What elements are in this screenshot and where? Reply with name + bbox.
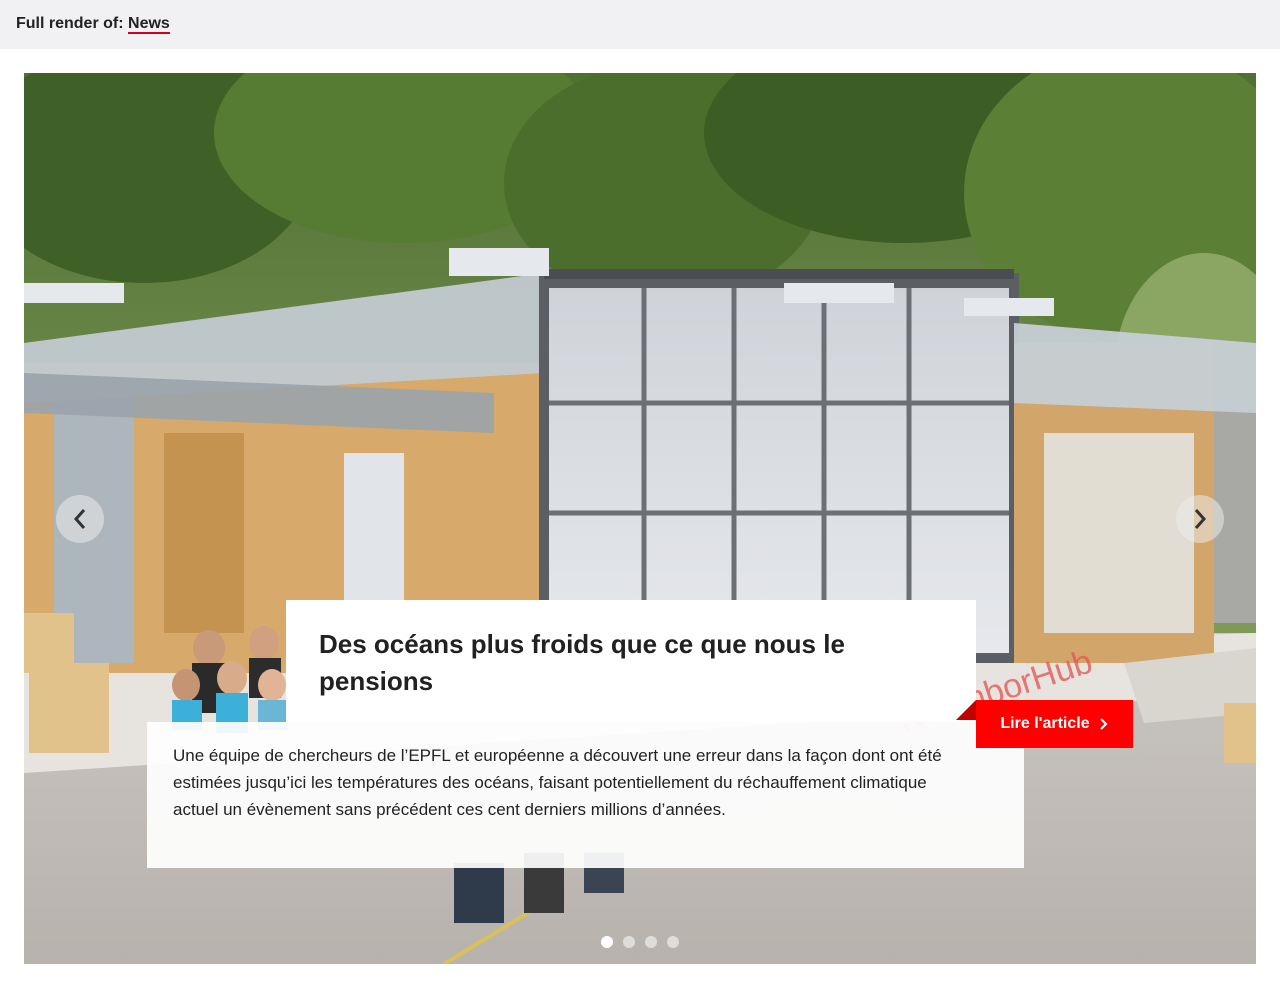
carousel-next-button[interactable] (1176, 495, 1224, 543)
slide-description-card: Une équipe de chercheurs de l’EPFL et eu… (147, 722, 1024, 868)
carousel-dot[interactable] (667, 936, 679, 948)
carousel-indicators (601, 936, 679, 948)
render-header-label: Full render of: News (16, 15, 170, 34)
carousel-prev-button[interactable] (56, 495, 104, 543)
render-header: Full render of: News (0, 0, 1280, 49)
news-link[interactable]: News (128, 15, 170, 34)
chevron-right-icon (1099, 718, 1108, 730)
chevron-left-icon (73, 509, 86, 529)
news-carousel[interactable]: NeighborHub Des océans plus froids que c… (24, 73, 1256, 964)
read-article-label: Lire l'article (1000, 715, 1090, 732)
chevron-right-icon (1194, 509, 1207, 529)
read-article-button[interactable]: Lire l'article (976, 700, 1133, 748)
slide-title-card: Des océans plus froids que ce que nous l… (286, 600, 976, 722)
carousel-dot[interactable] (623, 936, 635, 948)
cta-notch (956, 700, 976, 720)
carousel-dot[interactable] (601, 936, 613, 948)
render-header-prefix: Full render of: (16, 15, 124, 32)
slide-description: Une équipe de chercheurs de l’EPFL et eu… (173, 746, 942, 819)
carousel-dot[interactable] (645, 936, 657, 948)
slide-title[interactable]: Des océans plus froids que ce que nous l… (319, 626, 944, 700)
